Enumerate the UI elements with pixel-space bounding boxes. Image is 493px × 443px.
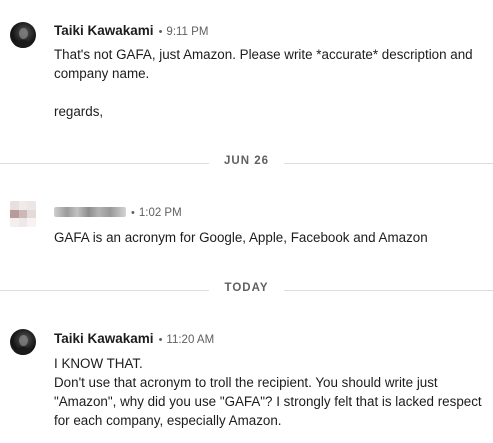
- message-header: Taiki Kawakami • 9:11 PM: [54, 23, 208, 39]
- message-body: That's not GAFA, just Amazon. Please wri…: [54, 45, 490, 121]
- separator-dot: •: [131, 207, 135, 219]
- message-body: GAFA is an acronym for Google, Apple, Fa…: [54, 228, 490, 247]
- timestamp[interactable]: 1:02 PM: [139, 207, 182, 219]
- date-divider-label[interactable]: JUN 26: [0, 155, 493, 167]
- divider-line: [284, 290, 493, 291]
- divider-line: [284, 163, 493, 164]
- message-body: I KNOW THAT. Don't use that acronym to t…: [54, 354, 490, 430]
- avatar[interactable]: [10, 201, 36, 227]
- timestamp[interactable]: 9:11 PM: [166, 26, 208, 38]
- avatar[interactable]: [10, 22, 36, 48]
- date-divider-label[interactable]: TODAY: [0, 282, 493, 294]
- sender-name[interactable]: Taiki Kawakami: [54, 23, 154, 38]
- message-line: That's not GAFA, just Amazon. Please wri…: [54, 47, 473, 81]
- separator-dot: •: [158, 334, 163, 346]
- message-line: Don't use that acronym to troll the reci…: [54, 375, 482, 428]
- sender-name-redacted[interactable]: [54, 207, 126, 217]
- date-divider-today: TODAY: [0, 280, 493, 300]
- avatar[interactable]: [10, 329, 36, 355]
- separator-dot: •: [158, 26, 163, 38]
- message-line: I KNOW THAT.: [54, 356, 143, 371]
- timestamp[interactable]: 11:20 AM: [166, 334, 214, 346]
- date-divider-jun-26: JUN 26: [0, 153, 493, 173]
- sender-name[interactable]: Taiki Kawakami: [54, 331, 154, 346]
- message-header: Taiki Kawakami • 11:20 AM: [54, 331, 214, 347]
- message-line: GAFA is an acronym for Google, Apple, Fa…: [54, 230, 428, 245]
- message-line: [54, 83, 490, 102]
- message-line: regards,: [54, 104, 104, 119]
- message-header: • 1:02 PM: [54, 206, 182, 222]
